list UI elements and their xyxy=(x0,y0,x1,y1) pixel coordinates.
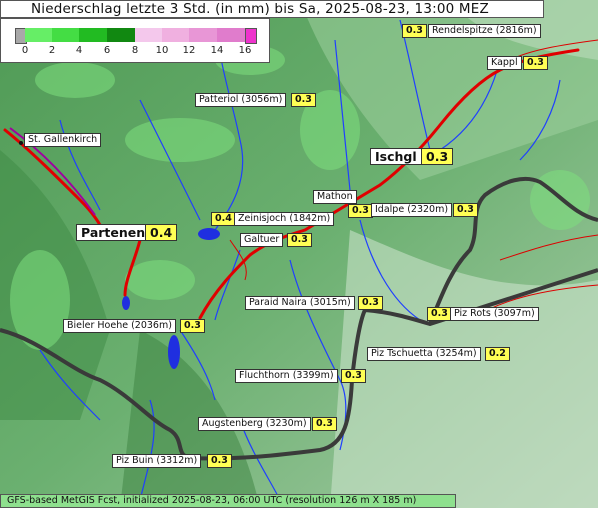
legend-tick: 8 xyxy=(131,45,139,56)
place-label-patteriol: Patteriol (3056m) xyxy=(195,93,287,107)
place-label-zeinisjoch: Zeinisjoch (1842m) xyxy=(234,212,335,226)
place-label-augstenberg: Augstenberg (3230m) xyxy=(198,417,311,431)
value-badge: 0.3 xyxy=(287,233,312,247)
place-label-bieler-hoehe: Bieler Hoehe (2036m) xyxy=(63,319,176,333)
legend-swatch-0-2 xyxy=(25,28,52,42)
value-badge: 0.3 xyxy=(523,56,548,70)
value-badge: 0.3 xyxy=(402,24,427,38)
value-badge: 0.3 xyxy=(207,454,232,468)
legend-tick: 0 xyxy=(21,45,29,56)
legend-swatch-6-8 xyxy=(107,28,135,42)
precipitation-legend: 0 2 4 6 8 10 12 14 16 xyxy=(0,18,270,63)
terrain-map xyxy=(0,0,598,508)
value-badge: 0.3 xyxy=(291,93,316,107)
place-label-fluchthorn: Fluchthorn (3399m) xyxy=(235,369,338,383)
place-label-mathon: Mathon xyxy=(313,190,357,204)
legend-max-swatch xyxy=(245,28,257,44)
place-label-piz-buin: Piz Buin (3312m) xyxy=(112,454,202,468)
legend-swatch-10-12 xyxy=(162,28,189,42)
value-badge: 0.3 xyxy=(453,203,478,217)
value-badge: 0.4 xyxy=(211,212,236,226)
precipitation-map: Niederschlag letzte 3 Std. (in mm) bis S… xyxy=(0,0,598,508)
legend-tick: 14 xyxy=(210,45,224,56)
value-badge: 0.3 xyxy=(421,148,454,165)
value-badge: 0.3 xyxy=(358,296,383,310)
value-badge: 0.4 xyxy=(145,224,178,241)
legend-swatch-14-16 xyxy=(217,28,245,42)
legend-tick: 6 xyxy=(103,45,111,56)
place-label-partenen: Partenen xyxy=(76,224,151,241)
value-badge: 0.3 xyxy=(180,319,205,333)
legend-swatch-8-10 xyxy=(135,28,162,42)
place-marker xyxy=(19,141,23,145)
place-label-paraid-naira: Paraid Naira (3015m) xyxy=(245,296,355,310)
place-label-kappl: Kappl xyxy=(487,56,522,70)
place-label-galtuer: Galtuer xyxy=(240,233,284,247)
place-label-ischgl: Ischgl xyxy=(370,148,422,165)
value-badge: 0.3 xyxy=(312,417,337,431)
map-title: Niederschlag letzte 3 Std. (in mm) bis S… xyxy=(0,0,544,18)
value-badge: 0.3 xyxy=(427,307,452,321)
legend-tick: 16 xyxy=(238,45,252,56)
value-badge: 0.3 xyxy=(341,369,366,383)
place-label-st-gallenkirch: St. Gallenkirch xyxy=(24,133,102,147)
legend-tick: 10 xyxy=(155,45,169,56)
legend-tick: 4 xyxy=(75,45,83,56)
legend-swatch-4-6 xyxy=(79,28,107,42)
legend-tick: 2 xyxy=(48,45,56,56)
value-badge: 0.3 xyxy=(348,204,373,218)
forecast-footer: GFS-based MetGIS Fcst, initialized 2025-… xyxy=(0,494,456,508)
legend-swatch-2-4 xyxy=(52,28,79,42)
place-label-piz-tschuetta: Piz Tschuetta (3254m) xyxy=(367,347,481,361)
place-label-piz-rots: Piz Rots (3097m) xyxy=(450,307,539,321)
place-label-idalpe: Idalpe (2320m) xyxy=(371,203,453,217)
place-label-rendelspitze: Rendelspitze (2816m) xyxy=(428,24,541,38)
value-badge: 0.2 xyxy=(485,347,510,361)
legend-tick: 12 xyxy=(182,45,196,56)
legend-swatch-12-14 xyxy=(189,28,217,42)
